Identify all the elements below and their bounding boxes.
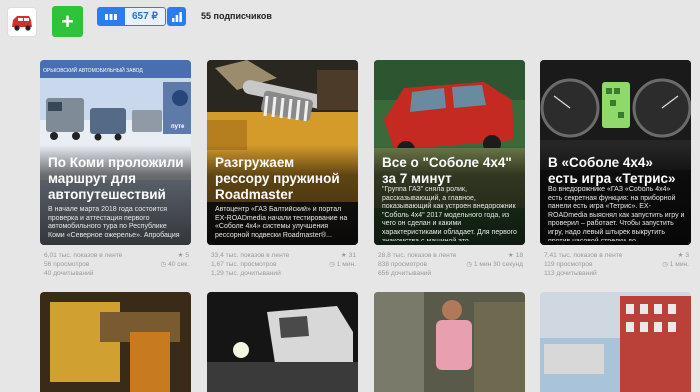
read-time: 40 сек. [168, 261, 189, 268]
card-description: Во внедорожнике «ГАЗ «Соболь 4х4» есть с… [548, 186, 685, 241]
card-description: "Группа ГАЗ" сняла ролик, рассказывающий… [382, 186, 517, 241]
article-card[interactable] [207, 292, 358, 392]
card-image [374, 292, 525, 392]
balance-pill[interactable]: 657 ₽ [97, 7, 166, 26]
like-icon: ★ [507, 252, 514, 259]
like-icon: ★ [677, 252, 684, 259]
views-count: 1,67 тыс. [211, 261, 239, 268]
card-stats: 33,4 тыс. показов в ленте ★ 31 1,67 тыс.… [211, 252, 356, 277]
top-bar: + 657 ₽ 55 подписчиков [0, 0, 700, 44]
card-title: По Коми проложили маршрут для автопутеше… [48, 155, 184, 202]
read-time: 1 мин. [669, 261, 689, 268]
clock-icon: ◷ [329, 261, 335, 268]
card-title: Все о "Соболе 4х4" за 7 минут [382, 155, 512, 186]
views-count: 119 [544, 261, 555, 268]
card-image [207, 292, 358, 392]
read-time: 1 мин 30 секунд [473, 261, 523, 268]
article-card[interactable] [374, 292, 525, 392]
reads-count: 1,29 тыс. [211, 270, 239, 277]
add-post-button[interactable]: + [52, 6, 83, 37]
reads-count: 656 [378, 270, 390, 277]
subscriber-count: 55 подписчиков [201, 11, 272, 21]
article-card[interactable] [540, 292, 691, 392]
article-card[interactable] [40, 292, 191, 392]
clock-icon: ◷ [160, 261, 167, 268]
clock-icon: ◷ [662, 261, 668, 268]
bar-chart-icon [171, 11, 182, 22]
card-image [40, 292, 191, 392]
article-card[interactable]: ОРЬКОВСКИЙ АВТОМОБИЛЬНЫЙ ЗАВОД путе По К… [40, 60, 191, 245]
likes-count: 3 [685, 252, 689, 259]
card-stats: 28,8 тыс. показов в ленте ★ 18 838 просм… [378, 252, 523, 277]
shows-count: 28,8 тыс. [378, 252, 406, 259]
likes-count: 31 [348, 252, 356, 259]
article-card[interactable]: Разгружаем рессору пружиной Roadmaster А… [207, 60, 358, 245]
likes-count: 5 [185, 252, 189, 259]
shows-count: 7,41 тыс. [544, 252, 572, 259]
van-logo-icon [8, 8, 36, 36]
card-description: В начале марта 2018 года состоится прове… [48, 206, 180, 241]
reads-count: 40 [44, 270, 52, 277]
shows-count: 6,01 тыс. [44, 252, 72, 259]
shows-count: 33,4 тыс. [211, 252, 239, 259]
card-sign-text: путе [171, 124, 185, 130]
article-card[interactable]: В «Соболе 4х4» есть игра «Тетрис» Во вне… [540, 60, 691, 245]
card-title: Разгружаем рессору пружиной Roadmaster [215, 155, 340, 202]
balance-amount: 657 ₽ [125, 7, 166, 26]
menu-icon [97, 7, 125, 26]
card-image [540, 292, 691, 392]
article-card[interactable]: Все о "Соболе 4х4" за 7 минут "Группа ГА… [374, 60, 525, 245]
read-time: 1 мин. [336, 261, 356, 268]
reads-count: 113 [544, 270, 555, 277]
card-description: Автоцентр «ГАЗ Балтийский» и портал EX-R… [215, 206, 348, 239]
likes-count: 18 [515, 252, 523, 259]
channel-avatar[interactable] [8, 8, 36, 36]
card-stats: 7,41 тыс. показов в ленте ★ 3 119 просмо… [544, 252, 689, 277]
like-icon: ★ [340, 252, 347, 259]
stats-button[interactable] [167, 7, 186, 26]
card-title: В «Соболе 4х4» есть игра «Тетрис» [548, 155, 676, 186]
like-icon: ★ [177, 252, 184, 259]
card-banner-text: ОРЬКОВСКИЙ АВТОМОБИЛЬНЫЙ ЗАВОД [43, 66, 143, 74]
card-stats: 6,01 тыс. показов в ленте ★ 5 56 просмот… [44, 252, 189, 277]
views-count: 56 [44, 261, 52, 268]
clock-icon: ◷ [466, 261, 473, 268]
views-count: 838 [378, 261, 390, 268]
